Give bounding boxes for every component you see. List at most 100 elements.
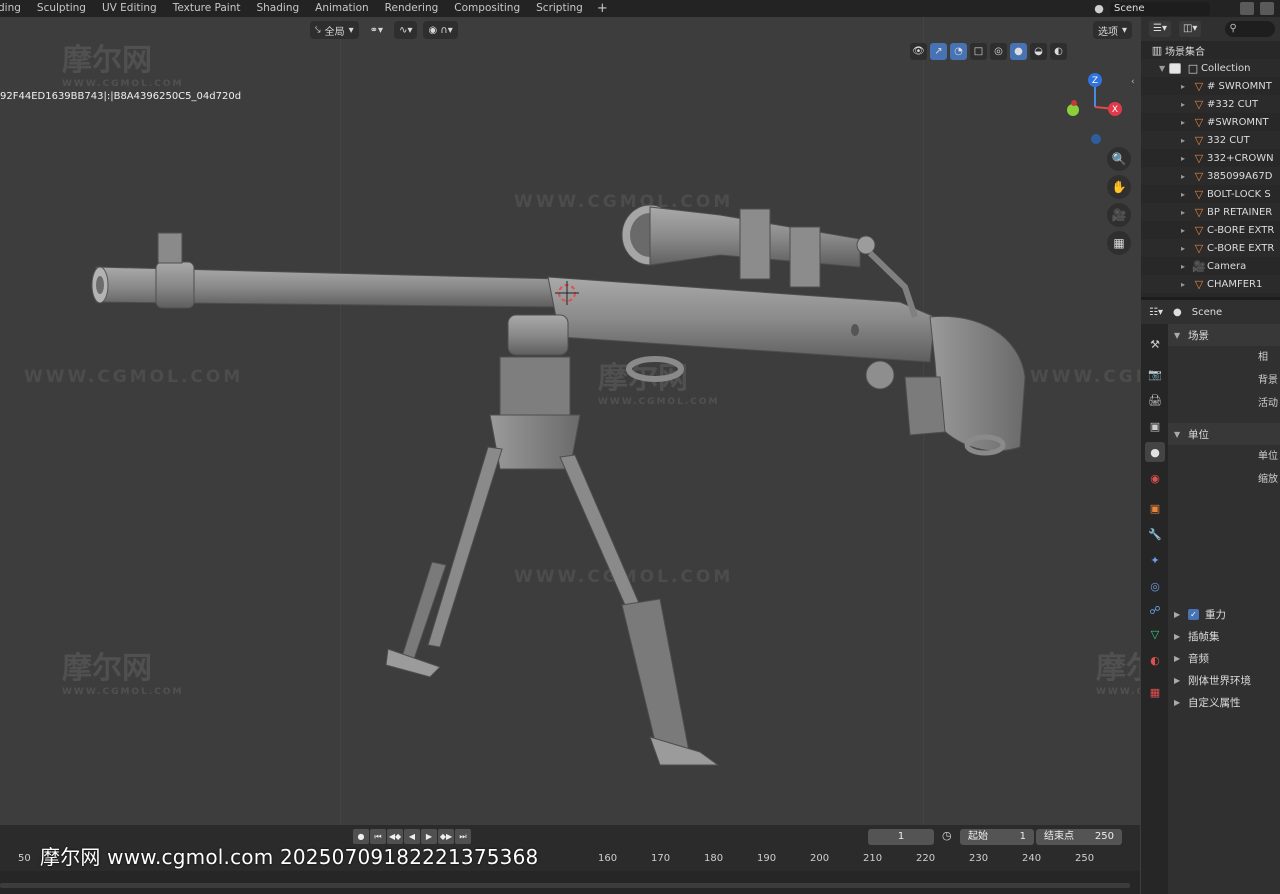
expand-arrow-icon[interactable]: ▸: [1181, 118, 1191, 127]
material-shading-icon[interactable]: ◒: [1030, 43, 1047, 60]
outliner-item[interactable]: ▸ 🎥 Camera: [1141, 257, 1280, 275]
workspace-tab-sculpting[interactable]: Sculpting: [29, 0, 94, 17]
workspace-tab-shading[interactable]: Shading: [248, 0, 307, 17]
display-mode-dropdown[interactable]: ☰▾: [1149, 21, 1171, 37]
tool-tab-icon[interactable]: ⚒: [1145, 334, 1165, 354]
workspace-tab-animation[interactable]: Animation: [307, 0, 377, 17]
frame-end-field[interactable]: 结束点 250: [1036, 829, 1122, 845]
blender-window: ding Sculpting UV Editing Texture Paint …: [0, 0, 1280, 894]
world-tab-icon[interactable]: ◉: [1145, 468, 1165, 488]
scene-tab-icon[interactable]: ●: [1145, 442, 1165, 462]
rigid-body-world-section-header[interactable]: ▶ 刚体世界环境: [1168, 669, 1280, 691]
add-workspace-button[interactable]: +: [591, 0, 614, 17]
collection-checkbox[interactable]: [1169, 62, 1181, 74]
expand-arrow-icon[interactable]: ▸: [1181, 100, 1191, 109]
constraints-tab-icon[interactable]: ☍: [1145, 600, 1165, 620]
outliner-collection-row[interactable]: ▼ □ Collection: [1141, 59, 1280, 77]
expand-arrow-icon[interactable]: ▸: [1181, 280, 1191, 289]
current-frame-field[interactable]: 1: [868, 829, 934, 845]
gizmo-toggle-icon[interactable]: ↗: [930, 43, 947, 60]
object-tab-icon[interactable]: ▣: [1145, 498, 1165, 518]
gravity-section-header[interactable]: ▶ ✓ 重力: [1168, 603, 1280, 625]
units-section-header[interactable]: ▼ 单位: [1168, 423, 1280, 445]
transform-orientation-dropdown[interactable]: ⤥ 全局 ▾: [310, 21, 359, 39]
visibility-icon[interactable]: 👁: [910, 43, 927, 60]
properties-header: ☷▾ ● Scene: [1141, 300, 1280, 324]
3d-viewport[interactable]: 摩尔网 WWW.CGMOL.COM 摩尔网 WWW.CGMOL.COM 摩尔网 WWW…: [0, 17, 1140, 825]
expand-arrow-icon[interactable]: ▸: [1181, 244, 1191, 253]
timeline-scrollbar[interactable]: [0, 883, 1130, 888]
render-tab-icon[interactable]: 📷: [1145, 364, 1165, 384]
texture-tab-icon[interactable]: ▦: [1145, 682, 1165, 702]
navigation-gizmo[interactable]: Z X: [1060, 72, 1130, 152]
wireframe-shading-icon[interactable]: ◎: [990, 43, 1007, 60]
outliner-item[interactable]: ▸ ▽ BOLT-LOCK S: [1141, 185, 1280, 203]
editor-type-dropdown[interactable]: ☷▾: [1149, 307, 1163, 318]
workspace-tab-scripting[interactable]: Scripting: [528, 0, 591, 17]
overlay-toggle-icon[interactable]: ◔: [950, 43, 967, 60]
material-tab-icon[interactable]: ◐: [1145, 650, 1165, 670]
snap-toggle[interactable]: ∿▾: [394, 21, 418, 39]
rifle-model[interactable]: [0, 17, 1140, 825]
clock-icon[interactable]: ◷: [942, 829, 952, 842]
rendered-shading-icon[interactable]: ◐: [1050, 43, 1067, 60]
workspace-tab-compositing[interactable]: Compositing: [446, 0, 528, 17]
camera-view-icon[interactable]: 🎥: [1107, 203, 1131, 227]
expand-arrow-icon[interactable]: ▸: [1181, 154, 1191, 163]
solid-shading-icon[interactable]: ●: [1010, 43, 1027, 60]
pan-hand-icon[interactable]: ✋: [1107, 175, 1131, 199]
data-tab-icon[interactable]: ▽: [1145, 624, 1165, 644]
outliner-item[interactable]: ▸ ▽ # SWROMNT: [1141, 77, 1280, 95]
output-tab-icon[interactable]: 🖨: [1145, 390, 1165, 410]
expand-arrow-icon[interactable]: ▸: [1181, 172, 1191, 181]
physics-tab-icon[interactable]: ◎: [1145, 576, 1165, 596]
expand-arrow-icon[interactable]: ▼: [1159, 64, 1169, 73]
workspace-tab-texture-paint[interactable]: Texture Paint: [165, 0, 249, 17]
outliner-scene-collection[interactable]: ▥ 场景集合: [1141, 41, 1280, 59]
outliner-item[interactable]: ▸ ▽ CHAMFER1: [1141, 275, 1280, 293]
outliner-item[interactable]: ▸ ▽ C-BORE EXTR: [1141, 239, 1280, 257]
zoom-icon[interactable]: 🔍: [1107, 147, 1131, 171]
region-toggle-icon[interactable]: ‹: [1131, 77, 1139, 91]
proportional-edit-toggle[interactable]: ◉ ∩▾: [423, 21, 458, 39]
expand-arrow-icon[interactable]: ▸: [1181, 226, 1191, 235]
workspace-tab-rendering[interactable]: Rendering: [377, 0, 447, 17]
chevron-down-icon: ▾: [1122, 24, 1128, 36]
expand-arrow-icon[interactable]: ▸: [1181, 208, 1191, 217]
workspace-tab-uv-editing[interactable]: UV Editing: [94, 0, 165, 17]
workspace-tab-modeling[interactable]: ding: [0, 0, 29, 17]
outliner-header: ☰▾ ◫▾ ⚲: [1141, 17, 1280, 41]
expand-arrow-icon[interactable]: ▸: [1181, 82, 1191, 91]
copy-scene-icon[interactable]: [1240, 2, 1254, 15]
scene-name-field[interactable]: Scene: [1110, 1, 1210, 16]
outliner-item[interactable]: ▸ ▽ BP RETAINER: [1141, 203, 1280, 221]
xray-toggle-icon[interactable]: □: [970, 43, 987, 60]
view-layer-tab-icon[interactable]: ▣: [1145, 416, 1165, 436]
keying-sets-section-header[interactable]: ▶ 插帧集: [1168, 625, 1280, 647]
scene-section-header[interactable]: ▼ 场景: [1168, 324, 1280, 346]
gravity-checkbox[interactable]: ✓: [1188, 608, 1199, 620]
frame-start-field[interactable]: 起始 1: [960, 829, 1034, 845]
outliner-item[interactable]: ▸ ▽ #SWROMNT: [1141, 113, 1280, 131]
pivot-point-dropdown[interactable]: ⚭▾: [365, 21, 388, 39]
audio-section-header[interactable]: ▶ 音频: [1168, 647, 1280, 669]
outliner-item[interactable]: ▸ ▽ C-BORE EXTR: [1141, 221, 1280, 239]
scene-selector[interactable]: ● Scene: [1088, 0, 1280, 17]
viewport-options-dropdown[interactable]: 选项 ▾: [1093, 21, 1133, 39]
filter-dropdown[interactable]: ◫▾: [1178, 21, 1202, 37]
perspective-grid-icon[interactable]: ▦: [1107, 231, 1131, 255]
modifier-tab-icon[interactable]: 🔧: [1145, 524, 1165, 544]
expand-arrow-icon[interactable]: ▸: [1181, 136, 1191, 145]
mesh-object-icon: ▽: [1194, 79, 1204, 93]
particles-tab-icon[interactable]: ✦: [1145, 550, 1165, 570]
custom-properties-section-header[interactable]: ▶ 自定义属性: [1168, 691, 1280, 713]
properties-context-label: Scene: [1191, 306, 1223, 318]
outliner-item[interactable]: ▸ ▽ 332 CUT: [1141, 131, 1280, 149]
delete-scene-icon[interactable]: [1260, 2, 1274, 15]
expand-arrow-icon[interactable]: ▸: [1181, 190, 1191, 199]
outliner-item[interactable]: ▸ ▽ #332 CUT: [1141, 95, 1280, 113]
outliner-search-input[interactable]: ⚲: [1225, 21, 1276, 37]
expand-arrow-icon[interactable]: ▸: [1181, 262, 1191, 271]
outliner-item[interactable]: ▸ ▽ 332+CROWN: [1141, 149, 1280, 167]
outliner-item[interactable]: ▸ ▽ 385099A67D: [1141, 167, 1280, 185]
